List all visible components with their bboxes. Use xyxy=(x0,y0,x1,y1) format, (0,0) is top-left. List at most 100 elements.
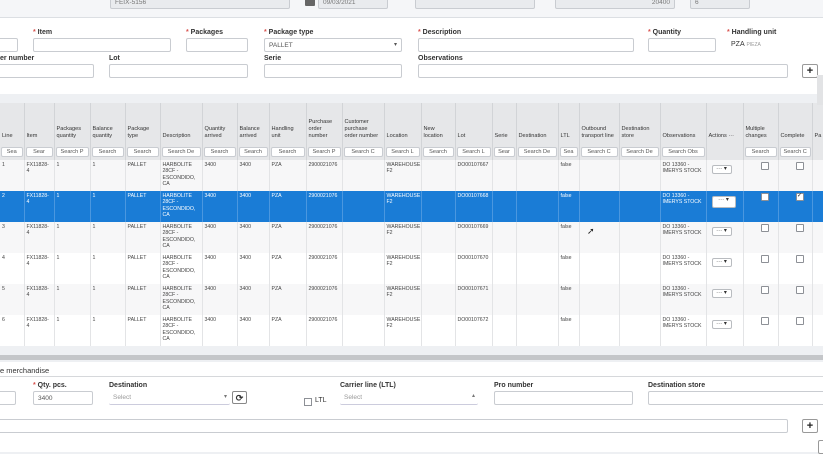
observations-input[interactable] xyxy=(418,64,788,78)
packages-input[interactable] xyxy=(186,38,248,52)
row-actions-button[interactable]: ··· ▾ xyxy=(711,196,736,208)
grid-resize-handle[interactable] xyxy=(0,355,823,360)
table-row[interactable]: 6 FX11828-4 1 1 PALLET HARBOLITE 28CF - ESCON… xyxy=(0,315,823,346)
destination-select[interactable]: Select ▾ xyxy=(109,391,230,405)
column-search-input[interactable]: Search Obs xyxy=(661,146,705,157)
column-search-input[interactable]: Search De xyxy=(161,146,201,157)
column-search-input[interactable]: Search xyxy=(744,146,777,157)
bottom-long-field[interactable] xyxy=(0,419,788,433)
column-search-input[interactable]: Sea xyxy=(559,146,578,157)
column-header[interactable]: Balance quantity xyxy=(90,103,126,143)
qty-input[interactable]: 3400 xyxy=(33,391,93,405)
table-row[interactable]: 1 FX11828-4 1 1 PALLET HARBOLITE 28CF - ESCON… xyxy=(0,160,823,191)
multiple-changes-checkbox[interactable] xyxy=(760,162,769,170)
column-header[interactable]: Complete xyxy=(778,103,813,143)
add-item-button[interactable]: + xyxy=(802,64,818,78)
column-search-input[interactable]: Sea xyxy=(1,146,23,157)
multiple-changes-checkbox[interactable] xyxy=(760,193,769,201)
multiple-changes-checkbox[interactable] xyxy=(760,224,769,232)
column-header[interactable]: Actions ··· xyxy=(706,103,744,143)
column-header[interactable]: Multiple changes xyxy=(743,103,779,143)
column-header[interactable]: Purchase order number xyxy=(306,103,343,143)
refresh-button[interactable]: ⟳ xyxy=(232,391,247,404)
destination-store-input[interactable] xyxy=(648,391,823,405)
complete-checkbox[interactable] xyxy=(795,286,804,294)
column-header[interactable]: Handling unit xyxy=(269,103,307,143)
feix-field[interactable]: FEIX-5156 xyxy=(110,0,290,9)
column-header[interactable]: Description xyxy=(160,103,203,143)
column-header[interactable]: Outbound transport line xyxy=(579,103,620,143)
column-header[interactable]: Quantity arrived xyxy=(202,103,238,143)
column-search-input[interactable]: Search xyxy=(126,146,159,157)
complete-checkbox[interactable]: ✓ xyxy=(795,193,804,201)
column-header[interactable]: New location xyxy=(421,103,456,143)
row-actions-button[interactable]: ··· ▾ xyxy=(711,289,732,298)
multiple-changes-checkbox[interactable] xyxy=(760,286,769,294)
carrier-select[interactable]: Select ▴ xyxy=(340,391,478,405)
column-header[interactable]: Destination store xyxy=(619,103,661,143)
complete-checkbox[interactable] xyxy=(795,162,804,170)
column-header[interactable]: Customer purchase order number xyxy=(342,103,385,143)
column-header[interactable]: Package type xyxy=(125,103,161,143)
column-search-input[interactable]: Sear xyxy=(25,146,53,157)
column-search-input[interactable]: Search xyxy=(91,146,124,157)
column-search-input[interactable]: Search De xyxy=(517,146,557,157)
column-header[interactable]: Item xyxy=(24,103,55,143)
column-header[interactable]: LTL xyxy=(558,103,580,143)
pro-number-input[interactable] xyxy=(494,391,633,405)
column-search-input[interactable]: Search L xyxy=(385,146,420,157)
lot-input[interactable] xyxy=(109,64,248,78)
column-search-input[interactable]: Search P xyxy=(307,146,341,157)
column-search-input[interactable]: Search xyxy=(238,146,268,157)
multiple-changes-checkbox[interactable] xyxy=(760,255,769,263)
add-merchandise-button[interactable]: + xyxy=(802,419,818,433)
column-search-input[interactable]: Search xyxy=(270,146,305,157)
quantity-input[interactable] xyxy=(648,38,716,52)
row-actions-button[interactable]: ··· ▾ xyxy=(711,320,732,329)
column-header[interactable]: Serie xyxy=(492,103,517,143)
row-actions-button[interactable]: ··· ▾ xyxy=(711,258,732,267)
column-header[interactable]: Pa xyxy=(812,103,823,143)
column-search-input[interactable]: Search C xyxy=(779,146,811,157)
table-row[interactable]: 5 FX11828-4 1 1 PALLET HARBOLITE 28CF - ESCON… xyxy=(0,284,823,315)
column-header[interactable]: Location xyxy=(384,103,422,143)
column-search-input[interactable]: Search L xyxy=(456,146,491,157)
column-search-input[interactable]: Search C xyxy=(580,146,618,157)
calendar-icon[interactable] xyxy=(305,0,315,6)
top-field-num1[interactable]: 20400 xyxy=(555,0,675,9)
column-search-input[interactable]: Search De xyxy=(620,146,659,157)
column-header[interactable]: Balance arrived xyxy=(237,103,270,143)
column-header[interactable]: Observations xyxy=(660,103,707,143)
complete-checkbox[interactable] xyxy=(795,255,804,263)
row-actions-button[interactable]: ··· ▾ xyxy=(711,227,732,236)
ltl-checkbox[interactable] xyxy=(304,398,312,406)
item-input[interactable] xyxy=(33,38,171,52)
date-field[interactable]: 09/03/2021 xyxy=(318,0,388,9)
column-header[interactable]: Lot xyxy=(455,103,493,143)
column-search-input[interactable]: Sear xyxy=(493,146,515,157)
table-row[interactable]: 2 FX11828-4 1 1 PALLET HARBOLITE 28CF - ESCON… xyxy=(0,191,823,222)
column-header[interactable]: Line xyxy=(0,103,25,143)
top-field-3[interactable] xyxy=(415,0,535,9)
top-field-num2[interactable]: 6 xyxy=(690,0,750,9)
description-input[interactable] xyxy=(418,38,634,52)
complete-checkbox[interactable] xyxy=(795,224,804,232)
column-search-input[interactable]: Search P xyxy=(55,146,89,157)
left-field[interactable] xyxy=(0,38,18,52)
scrollbar[interactable] xyxy=(817,75,823,105)
package-type-select[interactable]: PALLET ▾ xyxy=(264,38,402,52)
column-search-input[interactable]: Search C xyxy=(343,146,383,157)
table-row[interactable]: 3 FX11828-4 1 1 PALLET HARBOLITE 28CF - ESCON… xyxy=(0,222,823,253)
serie-input[interactable] xyxy=(264,64,402,78)
handling-unit-field[interactable]: PZA PIEZA xyxy=(727,38,823,52)
row-actions-button[interactable]: ··· ▾ xyxy=(711,165,732,174)
multiple-changes-checkbox[interactable] xyxy=(760,317,769,325)
table-row[interactable]: 4 FX11828-4 1 1 PALLET HARBOLITE 28CF - ESCON… xyxy=(0,253,823,284)
left-bottom-field[interactable] xyxy=(0,391,16,405)
column-search-input[interactable]: Search xyxy=(422,146,454,157)
column-search-input[interactable]: Search xyxy=(203,146,236,157)
complete-checkbox[interactable] xyxy=(795,317,804,325)
column-header[interactable]: Packages quantity xyxy=(54,103,91,143)
column-header[interactable]: Destination xyxy=(516,103,559,143)
number-input[interactable] xyxy=(0,64,94,78)
